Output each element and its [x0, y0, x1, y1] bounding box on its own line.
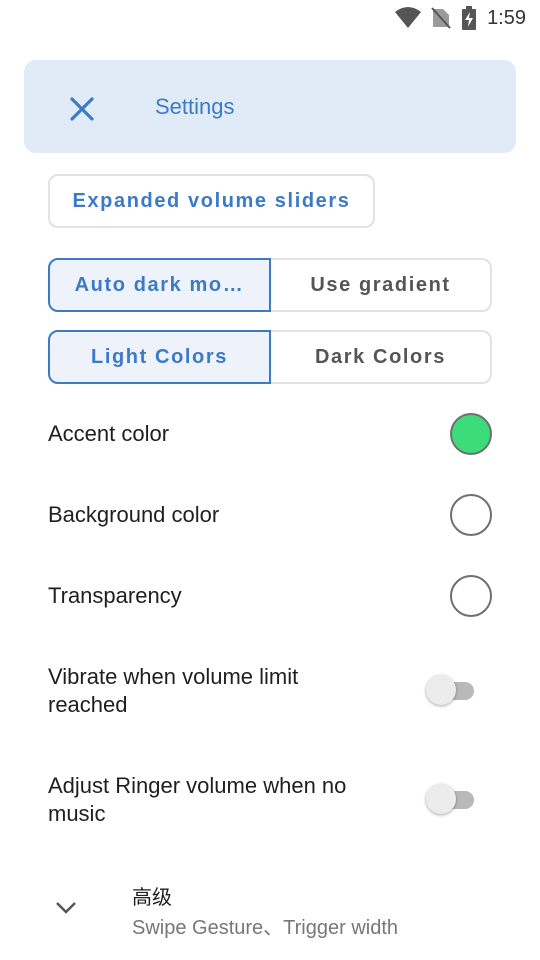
page-title: Settings — [155, 94, 235, 119]
close-icon — [68, 97, 96, 127]
accent-color-label: Accent color — [48, 421, 170, 446]
status-icons: 1:59 — [395, 6, 526, 30]
background-color-label: Background color — [48, 502, 220, 527]
settings-header: Settings — [24, 60, 516, 153]
close-button[interactable] — [68, 95, 96, 123]
vibrate-label: Vibrate when volume limit reached — [48, 664, 299, 717]
advanced-subtitle: Swipe Gesture、Trigger width — [132, 917, 399, 939]
wifi-icon — [395, 7, 422, 29]
auto-dark-mode-button[interactable]: Auto dark mo… — [48, 258, 271, 312]
toggle-thumb — [426, 784, 456, 814]
status-bar: 1:59 — [0, 0, 540, 36]
toggle-thumb — [426, 675, 456, 705]
light-colors-button[interactable]: Light Colors — [48, 330, 271, 384]
transparency-label: Transparency — [48, 583, 182, 608]
accent-color-swatch[interactable] — [450, 413, 492, 455]
background-color-swatch[interactable] — [450, 494, 492, 536]
status-time: 1:59 — [487, 6, 526, 29]
advanced-expand-button[interactable] — [54, 896, 78, 920]
transparency-swatch[interactable] — [450, 575, 492, 617]
chevron-down-icon — [54, 902, 78, 924]
vibrate-toggle[interactable] — [424, 673, 478, 707]
adjust-ringer-toggle[interactable] — [424, 782, 478, 816]
advanced-title: 高级 — [132, 887, 172, 909]
adjust-ringer-label: Adjust Ringer volume when no music — [48, 773, 347, 826]
battery-charging-icon — [461, 6, 477, 30]
expanded-volume-sliders-button[interactable]: Expanded volume sliders — [48, 174, 375, 228]
no-sim-icon — [431, 7, 451, 29]
use-gradient-button[interactable]: Use gradient — [271, 258, 492, 312]
dark-colors-button[interactable]: Dark Colors — [271, 330, 492, 384]
